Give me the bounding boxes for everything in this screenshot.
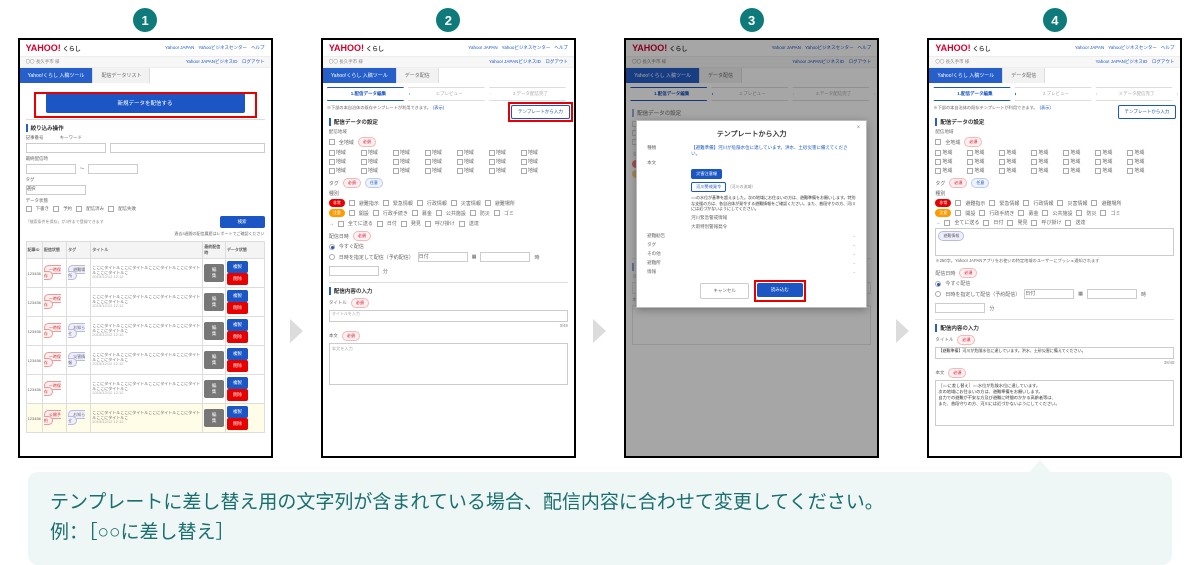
filter-heading: 絞り込み操作 (26, 124, 265, 132)
title-input-filled[interactable]: 【避難準備】河川が危険水位に達しています。洪水、土砂災害に備えてください。 (935, 347, 1174, 359)
tab-tool[interactable]: Yahoo!くらし 入稿ツール (20, 68, 94, 83)
step-number-1: 1 (133, 8, 157, 32)
tab-data[interactable]: データ配信 (397, 68, 439, 83)
area-heading: 配信データの設定 (329, 118, 511, 126)
screenshot-2: YAHOO!くらしYahoo! JAPANYahooビジネスセンターヘルプ 〇〇… (321, 38, 576, 458)
data-table: 記事ID配信状態タグタイトル最終配信時データ状態 123456一時保存避難場所こ… (26, 241, 265, 433)
arrow-icon (288, 317, 306, 350)
arrow-icon (894, 317, 912, 350)
kw-input[interactable] (110, 143, 265, 153)
screenshot-4: YAHOO!くらしYahoo! JAPANYahooビジネスセンターヘルプ 〇〇… (927, 38, 1182, 458)
screenshot-1: YAHOO!くらし Yahoo! JAPANYahooビジネスセンターヘルプ 〇… (18, 38, 273, 458)
wizard-step-3: 3.データ配信完了 (489, 87, 572, 101)
body-input[interactable]: 本文を入力 (329, 343, 568, 385)
modal-title: テンプレートから入力 (647, 129, 856, 139)
step-number-4: 4 (1043, 8, 1067, 32)
tag-input[interactable]: 避難情報 (935, 228, 1174, 256)
body-heading: 配信内容の入力 (329, 287, 568, 295)
close-icon[interactable]: × (857, 125, 861, 131)
tab-list[interactable]: 配信データリスト (93, 68, 150, 83)
logo: YAHOO!くらし (26, 43, 81, 53)
speech-bubble: テンプレートに差し替え用の文字列が含まれている場合、配信内容に合わせて変更してく… (28, 472, 1172, 565)
speech-line-1: テンプレートに差し替え用の文字列が含まれている場合、配信内容に合わせて変更してく… (50, 488, 1150, 518)
new-data-button[interactable]: 新規データを配信する (46, 93, 245, 113)
arrow-icon (591, 317, 609, 350)
step-number-2: 2 (436, 8, 460, 32)
template-modal: × テンプレートから入力 種類【避難準備】河川が危険水位に達しています。洪水、土… (636, 120, 867, 308)
body-input-filled[interactable]: ［○○に差し替え］○○水位が危険水位に達しています。 次の地域にお住まいの方は、… (935, 380, 1174, 426)
template-button[interactable]: テンプレートから入力 (1118, 105, 1177, 119)
step-number-3: 3 (740, 8, 764, 32)
top-links: Yahoo! JAPANYahooビジネスセンターヘルプ (161, 45, 265, 51)
screenshot-3: YAHOO!くらしYahoo! JAPANYahooビジネスセンターヘルプ 〇〇… (624, 38, 879, 458)
tab-tool[interactable]: Yahoo!くらし 入稿ツール (323, 68, 397, 83)
id-input[interactable] (26, 143, 106, 153)
wizard-step-1: 1.配信データ編集 (327, 87, 410, 101)
search-button[interactable]: 検索 (220, 216, 265, 228)
template-button[interactable]: テンプレートから入力 (511, 105, 570, 119)
wizard-step-2: 2.プレビュー (408, 87, 491, 101)
speech-line-2: 例：［○○に差し替え］ (50, 518, 1150, 548)
tag-select[interactable]: 選択 (26, 185, 86, 195)
date-from[interactable] (26, 164, 76, 174)
cancel-button[interactable]: キャンセル (700, 283, 749, 299)
title-input[interactable]: タイトルを入力 (329, 310, 568, 322)
load-button[interactable]: 読み込む (757, 283, 803, 297)
date-to[interactable] (88, 164, 138, 174)
